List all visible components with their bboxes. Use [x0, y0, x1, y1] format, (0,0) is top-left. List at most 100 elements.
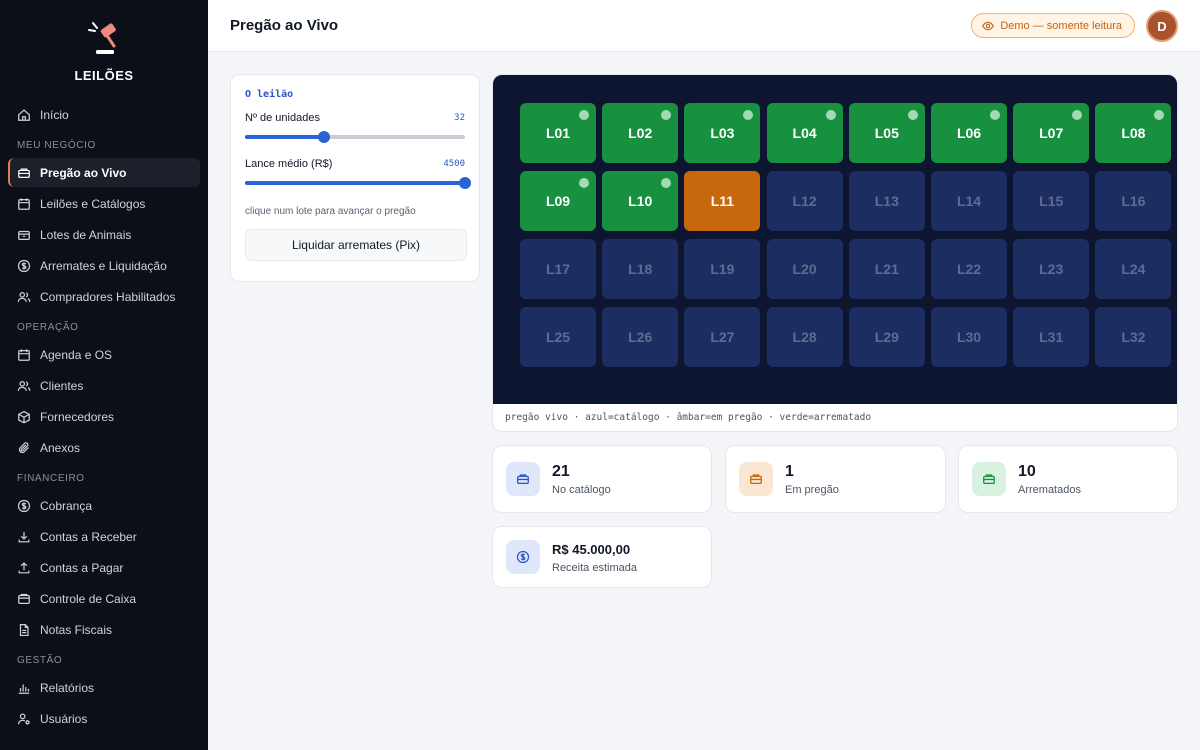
lot-label: L08 — [1121, 125, 1146, 141]
calendar-icon — [18, 197, 30, 210]
lot-tile-l29[interactable]: L29 — [848, 307, 925, 367]
lot-tile-l17[interactable]: L17 — [520, 239, 596, 299]
lot-tile-l30[interactable]: L30 — [931, 307, 1007, 367]
lot-tile-l12[interactable]: L12 — [766, 171, 843, 231]
lot-tile-l14[interactable]: L14 — [931, 171, 1007, 231]
calendar-icon — [18, 348, 30, 361]
stat-card-catalogo: 21 No catálogo — [492, 445, 712, 513]
liquidar-arremates-button[interactable]: Liquidar arremates (Pix) — [245, 229, 467, 261]
lot-tile-l18[interactable]: L18 — [602, 239, 679, 299]
lot-tile-l20[interactable]: L20 — [766, 239, 843, 299]
sold-indicator-dot — [1154, 110, 1165, 120]
board-legend-caption: pregão vivo · azul=catálogo · âmbar=em p… — [505, 412, 872, 423]
sidebar-item-leiloes-catalogos[interactable]: Leilões e Catálogos — [8, 189, 200, 218]
sidebar-item-pregao-ao-vivo[interactable]: Pregão ao Vivo — [8, 158, 200, 187]
sidebar-item-controle-caixa[interactable]: Controle de Caixa — [8, 584, 200, 613]
units-slider[interactable] — [245, 130, 465, 144]
lot-tile-l25[interactable]: L25 — [520, 307, 596, 367]
sidebar-item-contas-pagar[interactable]: Contas a Pagar — [8, 553, 200, 582]
lot-tile-l24[interactable]: L24 — [1095, 239, 1172, 299]
sold-indicator-dot — [907, 110, 918, 120]
units-slider-row: Nº de unidades 32 — [245, 112, 465, 124]
lot-tile-l06[interactable]: L06 — [931, 103, 1007, 163]
lot-tile-l27[interactable]: L27 — [684, 307, 761, 367]
lot-tile-l08[interactable]: L08 — [1095, 103, 1172, 163]
lot-label: L26 — [628, 329, 653, 345]
dollar-circle-icon — [516, 550, 530, 564]
logo: LEILÕES — [0, 0, 208, 100]
lot-tile-l07[interactable]: L07 — [1013, 103, 1090, 163]
sidebar-item-contas-receber[interactable]: Contas a Receber — [8, 522, 200, 551]
lot-label: L10 — [628, 193, 653, 209]
bid-slider[interactable] — [245, 176, 471, 190]
lot-tile-l23[interactable]: L23 — [1013, 239, 1090, 299]
lot-label: L05 — [874, 125, 899, 141]
lot-label: L28 — [792, 329, 817, 345]
lot-label: L06 — [956, 125, 982, 141]
lot-tile-l19[interactable]: L19 — [684, 239, 761, 299]
slider-thumb[interactable] — [318, 131, 331, 143]
gavel-logo-icon — [88, 22, 116, 54]
lot-tile-l21[interactable]: L21 — [848, 239, 925, 299]
sidebar-item-arremates-liquidacao[interactable]: Arremates e Liquidação — [8, 251, 200, 280]
sidebar-item-agenda-os[interactable]: Agenda e OS — [8, 340, 200, 369]
sidebar-item-anexos[interactable]: Anexos — [8, 433, 200, 462]
lot-tile-l31[interactable]: L31 — [1013, 307, 1090, 367]
box-icon — [517, 474, 529, 485]
lot-tile-l03[interactable]: L03 — [684, 103, 761, 163]
lot-tile-l22[interactable]: L22 — [931, 239, 1007, 299]
lot-label: L25 — [545, 329, 571, 345]
sidebar-item-clientes[interactable]: Clientes — [8, 371, 200, 400]
bid-slider-row: Lance médio (R$) 4500 — [245, 158, 465, 170]
avatar[interactable]: D — [1146, 10, 1178, 42]
lot-tile-l11[interactable]: L11 — [684, 171, 761, 231]
sidebar-item-lotes-animais[interactable]: Lotes de Animais — [8, 220, 200, 249]
sidebar-item-label: Pregão ao Vivo — [40, 165, 127, 180]
controls-heading: O leilão — [245, 89, 294, 100]
sidebar-item-label: Anexos — [40, 440, 81, 455]
lot-tile-l16[interactable]: L16 — [1095, 171, 1172, 231]
lot-tile-l26[interactable]: L26 — [602, 307, 679, 367]
sidebar-item-notas-fiscais[interactable]: Notas Fiscais — [8, 615, 200, 644]
stat-label: No catálogo — [552, 483, 611, 496]
lot-tile-l01[interactable]: L01 — [520, 103, 596, 163]
board-hint: clique num lote para avançar o pregão — [245, 206, 416, 217]
sidebar-item-cobranca[interactable]: Cobrança — [8, 491, 200, 520]
stat-icon-wrap — [739, 462, 773, 496]
lot-tile-l28[interactable]: L28 — [766, 307, 843, 367]
sidebar-item-usuarios[interactable]: Usuários — [8, 704, 200, 733]
lot-label: L04 — [792, 125, 817, 141]
sidebar-item-compradores[interactable]: Compradores Habilitados — [8, 282, 200, 311]
slider-thumb[interactable] — [459, 177, 471, 189]
units-slider-label: Nº de unidades — [245, 112, 320, 124]
lot-tile-l02[interactable]: L02 — [602, 103, 679, 163]
lot-tile-l15[interactable]: L15 — [1013, 171, 1090, 231]
sidebar-item-relatorios[interactable]: Relatórios — [8, 673, 200, 702]
sidebar-item-fornecedores[interactable]: Fornecedores — [8, 402, 200, 431]
lot-label: L11 — [710, 193, 735, 209]
sidebar-item-label: Usuários — [40, 711, 88, 726]
box-icon — [18, 230, 30, 240]
stat-value: 10 — [1018, 462, 1036, 480]
stat-text: 10 Arrematados — [1018, 463, 1081, 496]
sidebar-item-label: Agenda e OS — [40, 347, 113, 362]
lot-tile-l13[interactable]: L13 — [848, 171, 925, 231]
sidebar-item-label: Clientes — [40, 378, 84, 393]
home-icon — [18, 108, 30, 121]
lot-tile-l05[interactable]: L05 — [848, 103, 925, 163]
lot-tile-l09[interactable]: L09 — [520, 171, 596, 231]
sidebar-item-label: Contas a Pagar — [40, 560, 124, 575]
sidebar: LEILÕES Início MEU NEGÓCIO Pregão ao Viv… — [0, 0, 208, 750]
stat-icon-wrap — [972, 462, 1006, 496]
lot-tile-l32[interactable]: L32 — [1095, 307, 1172, 367]
lot-tile-l04[interactable]: L04 — [766, 103, 843, 163]
sidebar-item-label: Arremates e Liquidação — [40, 258, 167, 273]
upload-icon — [18, 561, 30, 573]
eye-icon — [982, 21, 995, 30]
users-icon — [17, 291, 31, 302]
section-gestao: GESTÃO — [17, 655, 63, 666]
lot-tile-l10[interactable]: L10 — [602, 171, 679, 231]
sidebar-item-inicio[interactable]: Início — [8, 100, 200, 129]
sidebar-item-label: Compradores Habilitados — [40, 289, 176, 304]
stat-text: 21 No catálogo — [552, 463, 611, 496]
